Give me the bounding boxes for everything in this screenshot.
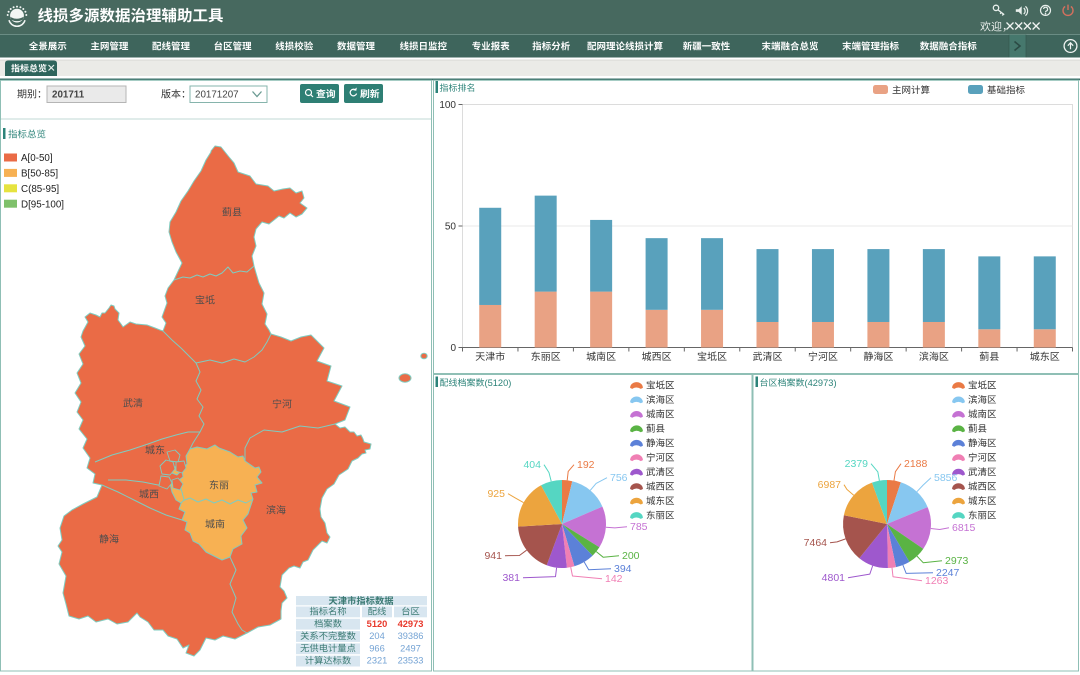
svg-text:200: 200 xyxy=(622,550,640,562)
svg-text:D[95-100]: D[95-100] xyxy=(21,199,64,210)
svg-text:7464: 7464 xyxy=(804,537,828,549)
svg-text:100: 100 xyxy=(439,100,456,111)
svg-text:B[50-85]: B[50-85] xyxy=(21,169,58,180)
svg-text:925: 925 xyxy=(487,488,505,500)
svg-text:5120: 5120 xyxy=(367,619,388,629)
svg-text:42973: 42973 xyxy=(398,619,424,629)
svg-text:50: 50 xyxy=(445,222,457,233)
svg-text:A[0-50]: A[0-50] xyxy=(21,153,53,164)
svg-text:2321: 2321 xyxy=(367,656,388,666)
svg-text:4801: 4801 xyxy=(822,572,846,584)
svg-text:39386: 39386 xyxy=(398,631,424,641)
svg-text:C(85-95]: C(85-95] xyxy=(21,184,59,195)
svg-text:142: 142 xyxy=(605,573,623,585)
svg-text:1263: 1263 xyxy=(925,575,949,587)
svg-text:381: 381 xyxy=(502,572,520,584)
svg-text:756: 756 xyxy=(610,472,628,484)
svg-text:20171207: 20171207 xyxy=(195,90,239,101)
svg-text:2379: 2379 xyxy=(845,458,869,470)
svg-text:2497: 2497 xyxy=(400,643,421,653)
svg-text:785: 785 xyxy=(630,521,648,533)
svg-text:6987: 6987 xyxy=(818,479,842,491)
svg-text:0: 0 xyxy=(450,343,456,354)
svg-text:192: 192 xyxy=(577,459,595,471)
svg-text:2188: 2188 xyxy=(904,458,928,470)
svg-text:201711: 201711 xyxy=(52,90,85,101)
svg-text:404: 404 xyxy=(523,459,541,471)
svg-text:2973: 2973 xyxy=(945,555,969,567)
svg-text:6815: 6815 xyxy=(952,522,976,534)
svg-text:966: 966 xyxy=(369,643,385,653)
svg-text:(42973): (42973) xyxy=(805,378,837,388)
svg-text:(5120): (5120) xyxy=(485,378,512,388)
svg-text:23533: 23533 xyxy=(398,656,424,666)
svg-text:941: 941 xyxy=(484,550,502,562)
svg-text:5856: 5856 xyxy=(934,472,958,484)
svg-text:204: 204 xyxy=(369,631,385,641)
